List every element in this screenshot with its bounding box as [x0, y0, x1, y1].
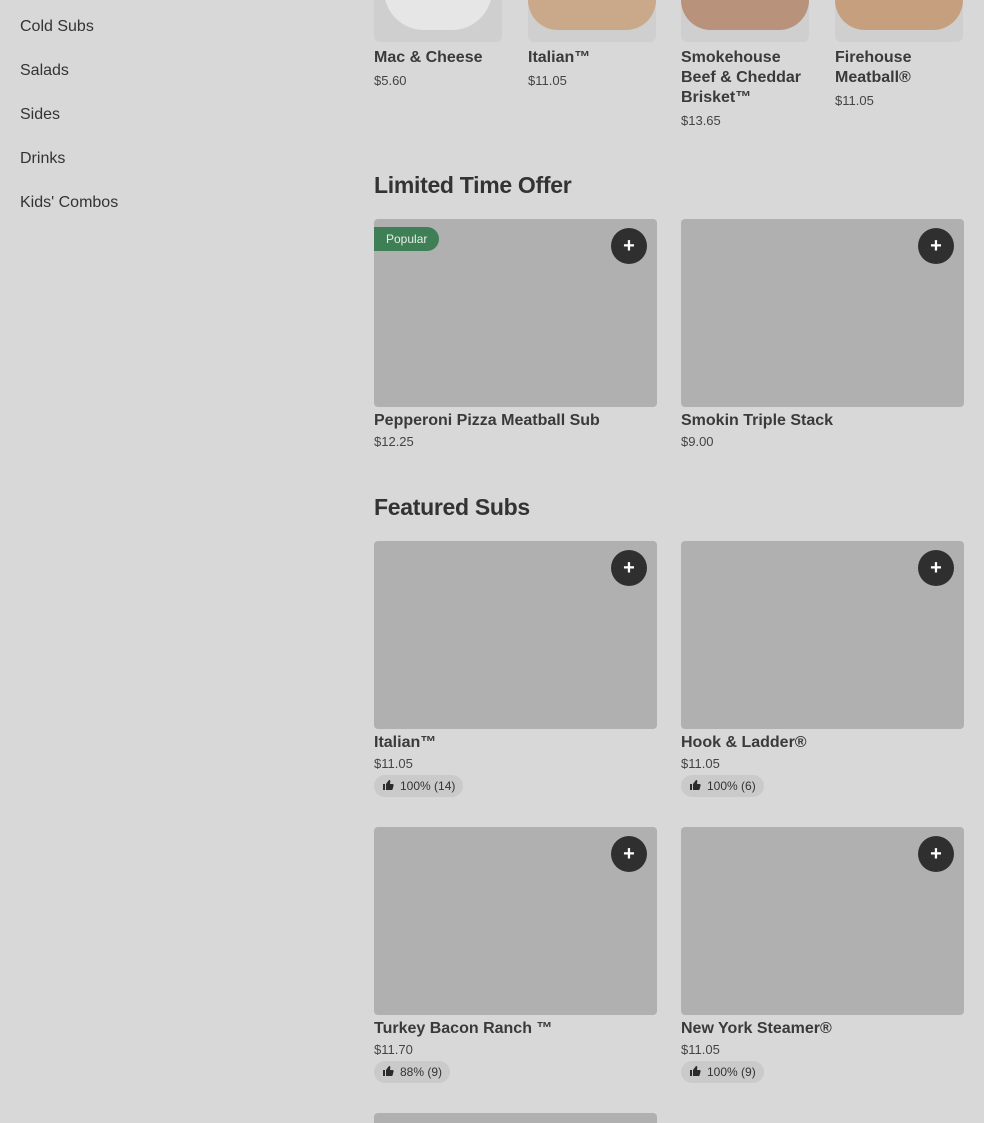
rating-text: 100% (14)	[400, 779, 456, 793]
menu-item-image: +	[681, 827, 964, 1015]
section-title-limited: Limited Time Offer	[374, 172, 572, 198]
menu-item-card[interactable]: + Smokin Triple Stack $9.00	[681, 219, 964, 449]
rating-badge: 100% (9)	[681, 1061, 764, 1083]
menu-item-image: +	[681, 219, 964, 407]
plus-icon: +	[930, 235, 942, 257]
sidebar-item-salads[interactable]: Salads	[20, 62, 69, 80]
add-to-cart-button[interactable]: +	[611, 228, 647, 264]
menu-item-image: +	[374, 827, 657, 1015]
add-to-cart-button[interactable]: +	[918, 836, 954, 872]
menu-item-price: $11.05	[528, 73, 567, 88]
menu-item-name: Hook & Ladder®	[681, 734, 807, 751]
plus-icon: +	[623, 843, 635, 865]
popular-badge: Popular	[374, 227, 440, 251]
menu-item-card[interactable]: + New York Steamer® $11.05 100% (9)	[681, 827, 964, 1083]
menu-item-image	[374, 1113, 657, 1123]
thumbs-up-icon	[690, 1066, 701, 1076]
menu-item-price: $11.05	[835, 93, 874, 108]
menu-item-name: Smokehouse Beef & Cheddar Brisket™	[681, 49, 802, 106]
menu-item-image	[528, 0, 656, 42]
menu-item-price: $11.05	[681, 1042, 720, 1057]
menu-item-card[interactable]: + Italian™ $11.05 100% (14)	[374, 541, 657, 797]
menu-item-image	[374, 0, 502, 42]
menu-item-price: $12.25	[374, 434, 414, 449]
thumbs-up-icon	[690, 780, 701, 790]
plus-icon: +	[623, 235, 635, 257]
thumbs-up-icon	[383, 780, 394, 790]
menu-item-card[interactable]: Firehouse Meatball® $11.05	[835, 0, 965, 108]
menu-item-name: Smokin Triple Stack	[681, 412, 834, 429]
menu-item-card[interactable]: Smokehouse Beef & Cheddar Brisket™ $13.6…	[681, 0, 811, 128]
menu-item-image: +	[374, 541, 657, 729]
menu-item-card[interactable]	[374, 1113, 657, 1123]
sidebar-item-drinks[interactable]: Drinks	[20, 150, 65, 168]
menu-item-name: New York Steamer®	[681, 1020, 832, 1037]
menu-item-price: $11.70	[374, 1042, 413, 1057]
rating-text: 88% (9)	[400, 1065, 443, 1079]
menu-item-card[interactable]: Italian™ $11.05	[528, 0, 658, 88]
menu-item-image: Popular +	[374, 219, 657, 407]
add-to-cart-button[interactable]: +	[918, 550, 954, 586]
sidebar-item-cold-subs[interactable]: Cold Subs	[20, 18, 94, 36]
menu-item-name: Turkey Bacon Ranch ™	[374, 1020, 553, 1037]
rating-text: 100% (9)	[707, 1065, 756, 1079]
plus-icon: +	[930, 557, 942, 579]
menu-item-card[interactable]: + Turkey Bacon Ranch ™ $11.70 88% (9)	[374, 827, 657, 1083]
rating-badge: 100% (14)	[374, 775, 464, 797]
menu-item-price: $9.00	[681, 434, 714, 449]
rating-badge: 100% (6)	[681, 775, 764, 797]
menu-item-name: Italian™	[374, 734, 437, 751]
menu-item-name: Italian™	[528, 49, 591, 66]
menu-item-card[interactable]: Mac & Cheese $5.60	[374, 0, 504, 88]
thumbs-up-icon	[383, 1066, 394, 1076]
menu-item-name: Pepperoni Pizza Meatball Sub	[374, 412, 600, 429]
plus-icon: +	[930, 843, 942, 865]
section-title-featured: Featured Subs	[374, 494, 530, 520]
rating-text: 100% (6)	[707, 779, 756, 793]
plus-icon: +	[623, 557, 635, 579]
add-to-cart-button[interactable]: +	[611, 550, 647, 586]
menu-item-card[interactable]: Popular + Pepperoni Pizza Meatball Sub $…	[374, 219, 657, 449]
rating-badge: 88% (9)	[374, 1061, 451, 1083]
menu-item-name: Firehouse Meatball®	[835, 49, 912, 86]
menu-item-card[interactable]: + Hook & Ladder® $11.05 100% (6)	[681, 541, 964, 797]
sidebar-item-sides[interactable]: Sides	[20, 106, 60, 124]
menu-item-image	[835, 0, 963, 42]
menu-item-price: $11.05	[681, 756, 720, 771]
add-to-cart-button[interactable]: +	[918, 228, 954, 264]
add-to-cart-button[interactable]: +	[611, 836, 647, 872]
sidebar-item-kids-combos[interactable]: Kids' Combos	[20, 194, 118, 212]
menu-item-image	[681, 0, 809, 42]
menu-item-price: $5.60	[374, 73, 407, 88]
menu-item-image: +	[681, 541, 964, 729]
menu-item-name: Mac & Cheese	[374, 49, 483, 66]
menu-item-price: $11.05	[374, 756, 413, 771]
menu-item-price: $13.65	[681, 113, 721, 128]
